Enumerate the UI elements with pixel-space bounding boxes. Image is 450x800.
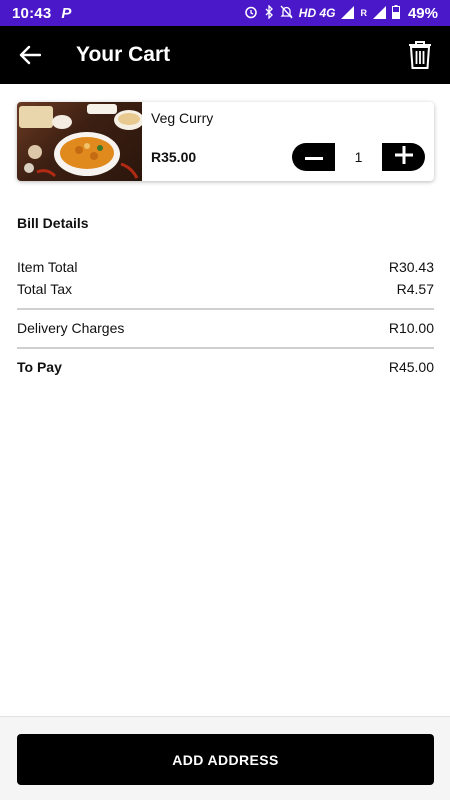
tax-row: Total Tax R4.57 — [17, 281, 434, 297]
item-name: Veg Curry — [151, 110, 214, 126]
item-price: R35.00 — [151, 149, 197, 165]
trash-icon[interactable] — [406, 39, 434, 71]
alarm-icon — [244, 5, 258, 21]
network-type: HD 4G — [298, 6, 336, 20]
item-total-row: Item Total R30.43 — [17, 259, 434, 275]
toolbar: Your Cart — [0, 26, 450, 84]
signal-icon-secondary — [372, 5, 386, 21]
to-pay-label: To Pay — [17, 359, 62, 375]
status-indicators: HD 4G R 49% — [244, 4, 438, 22]
tax-label: Total Tax — [17, 281, 72, 297]
delivery-label: Delivery Charges — [17, 320, 125, 336]
bill-details: Bill Details Item Total R30.43 Total Tax… — [17, 215, 434, 375]
status-time: 10:43 — [12, 4, 52, 22]
cart-item-card: Veg Curry R35.00 1 — [17, 102, 434, 181]
to-pay-value: R45.00 — [388, 359, 434, 375]
item-total-value: R30.43 — [388, 259, 434, 275]
item-total-label: Item Total — [17, 259, 78, 275]
item-image — [17, 102, 144, 181]
quantity-stepper: 1 — [292, 143, 425, 171]
delivery-row: Delivery Charges R10.00 — [17, 320, 434, 336]
to-pay-row: To Pay R45.00 — [17, 359, 434, 375]
plus-icon — [394, 145, 413, 169]
minus-icon — [304, 148, 323, 166]
mute-icon — [280, 5, 293, 21]
app-notification-icon: P — [61, 4, 72, 22]
add-address-button[interactable]: ADD ADDRESS — [17, 734, 434, 785]
bottom-bar: ADD ADDRESS — [0, 716, 450, 800]
divider — [17, 347, 434, 349]
tax-value: R4.57 — [396, 281, 434, 297]
status-bar: 10:43 P HD 4G R 49% — [0, 0, 450, 26]
increase-quantity-button[interactable] — [382, 143, 425, 171]
roaming-indicator: R — [360, 8, 367, 18]
bill-title: Bill Details — [17, 215, 89, 231]
bluetooth-icon — [264, 4, 274, 21]
battery-percent: 49% — [407, 4, 438, 22]
divider — [17, 308, 434, 310]
quantity-value: 1 — [335, 143, 382, 171]
arrow-left-icon[interactable] — [16, 41, 44, 69]
decrease-quantity-button[interactable] — [292, 143, 335, 171]
battery-icon — [391, 5, 400, 21]
page-title: Your Cart — [76, 43, 171, 66]
signal-icon — [341, 5, 355, 21]
delivery-value: R10.00 — [388, 320, 434, 336]
